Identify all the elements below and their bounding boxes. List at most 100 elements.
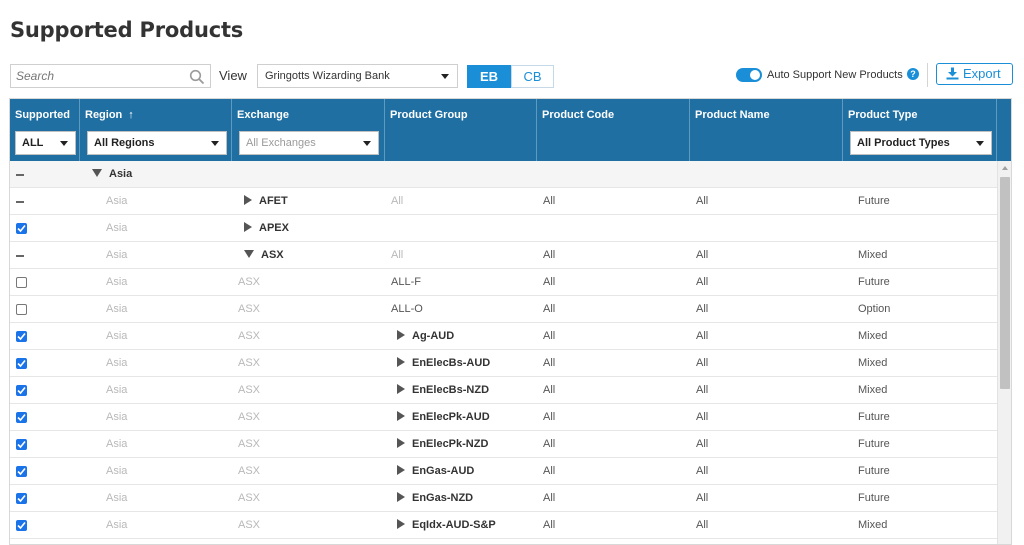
supported-checkbox[interactable] — [16, 358, 27, 369]
search-input[interactable] — [11, 65, 181, 87]
expand-arrow-icon[interactable] — [397, 357, 405, 367]
supported-checkbox[interactable] — [16, 493, 27, 504]
partial-select-icon[interactable] — [16, 174, 24, 176]
supported-checkbox[interactable] — [16, 439, 27, 450]
product-code-text: All — [543, 303, 556, 315]
column-supported-title: Supported — [15, 109, 70, 121]
column-exchange[interactable]: Exchange All Exchanges — [232, 99, 385, 161]
table-row[interactable]: Asia AFET All All All Future — [10, 188, 997, 215]
table-row[interactable]: Asia ASX ALL-O All All Option — [10, 296, 997, 323]
table-row[interactable]: Asia ASX EnElecBs-AUD All All Mixed — [10, 350, 997, 377]
auto-support-toggle[interactable] — [736, 68, 762, 82]
exchange-text: ASX — [238, 384, 261, 396]
expand-arrow-icon[interactable] — [397, 330, 405, 340]
scroll-thumb[interactable] — [1000, 177, 1010, 389]
product-group-text: EqIdx-AUD-S&P — [412, 519, 496, 531]
region-text: Asia — [106, 330, 128, 342]
view-select[interactable]: Gringotts Wizarding Bank — [257, 64, 458, 88]
product-code-text: All — [543, 384, 556, 396]
product-name-cell: All — [696, 188, 708, 215]
region-text: Asia — [106, 465, 128, 477]
table-row[interactable]: Asia ASX EqIdx-AUD-S&P All All Mixed — [10, 512, 997, 539]
supported-checkbox[interactable] — [16, 412, 27, 423]
column-region-label: Region — [85, 109, 123, 121]
table-row[interactable]: Asia ASX Ag-AUD All All Mixed — [10, 323, 997, 350]
partial-select-icon[interactable] — [16, 255, 24, 257]
search-box[interactable] — [10, 64, 211, 88]
product-group-cell: All — [391, 188, 403, 215]
product-name-text: All — [696, 384, 709, 396]
exchange-cell: ASX — [238, 323, 260, 350]
collapse-arrow-icon[interactable] — [244, 250, 254, 258]
expand-arrow-icon[interactable] — [244, 195, 252, 205]
scroll-up-icon[interactable] — [1002, 166, 1008, 170]
table-row[interactable]: Asia ASX EnElecBs-NZD All All Mixed — [10, 377, 997, 404]
chevron-down-icon — [60, 141, 68, 146]
product-type-cell: Mixed — [858, 242, 887, 269]
supported-checkbox[interactable] — [16, 304, 27, 315]
exchange-filter[interactable]: All Exchanges — [239, 131, 379, 155]
expand-arrow-icon[interactable] — [397, 384, 405, 394]
column-region-title: Region ↑ — [85, 109, 134, 121]
grid-body: Asia Asia AFET All All All Future Asia APEX Asia A… — [10, 161, 997, 544]
exchange-text: APEX — [259, 222, 289, 234]
region-filter[interactable]: All Regions — [87, 131, 227, 155]
table-row[interactable]: Asia ASX EnElecPk-AUD All All Future — [10, 404, 997, 431]
exchange-text: ASX — [238, 519, 261, 531]
supported-checkbox[interactable] — [16, 223, 27, 234]
supported-filter[interactable]: ALL — [15, 131, 76, 155]
table-row[interactable]: Asia ASX EnGas-AUD All All Future — [10, 458, 997, 485]
supported-checkbox[interactable] — [16, 466, 27, 477]
exchange-text: ASX — [238, 492, 261, 504]
table-row[interactable]: Asia ASX EnElecPk-NZD All All Future — [10, 431, 997, 458]
product-group-text: EnGas-NZD — [412, 492, 474, 504]
group-row[interactable]: Asia — [10, 161, 997, 188]
table-row[interactable]: Asia ASX EnGas-NZD All All Future — [10, 485, 997, 512]
column-supported[interactable]: Supported ALL — [10, 99, 80, 161]
product-type-text: Mixed — [858, 249, 888, 261]
search-icon[interactable] — [189, 69, 205, 85]
expand-arrow-icon[interactable] — [397, 492, 405, 502]
product-code-cell: All — [543, 485, 555, 512]
product-type-filter[interactable]: All Product Types — [850, 131, 992, 155]
product-type-text: Future — [858, 195, 890, 207]
region-cell: Asia — [106, 458, 127, 485]
vertical-scrollbar[interactable] — [997, 161, 1011, 544]
column-product-type[interactable]: Product Type All Product Types — [843, 99, 997, 161]
table-row[interactable]: Asia APEX — [10, 215, 997, 242]
expand-arrow-icon[interactable] — [397, 438, 405, 448]
help-icon[interactable]: ? — [907, 68, 919, 80]
segment-cb[interactable]: CB — [511, 65, 554, 88]
column-product-group[interactable]: Product Group — [385, 99, 537, 161]
exchange-text: ASX — [238, 276, 261, 288]
column-product-code[interactable]: Product Code — [537, 99, 690, 161]
collapse-arrow-icon[interactable] — [92, 169, 102, 177]
supported-checkbox[interactable] — [16, 331, 27, 342]
supported-checkbox[interactable] — [16, 385, 27, 396]
column-product-name[interactable]: Product Name — [690, 99, 843, 161]
exchange-text: AFET — [259, 195, 288, 207]
table-row[interactable]: Asia ASX ALL-F All All Future — [10, 269, 997, 296]
chevron-down-icon — [441, 74, 449, 79]
supported-checkbox[interactable] — [16, 520, 27, 531]
product-group-cell: EnElecBs-NZD — [397, 377, 489, 404]
table-row[interactable]: Asia ASX All All All Mixed — [10, 242, 997, 269]
segment-eb[interactable]: EB — [467, 65, 511, 88]
product-type-cell: Mixed — [858, 323, 887, 350]
view-select-value: Gringotts Wizarding Bank — [265, 70, 390, 82]
product-code-text: All — [543, 492, 556, 504]
partial-select-icon[interactable] — [16, 201, 24, 203]
product-type-text: Future — [858, 411, 890, 423]
expand-arrow-icon[interactable] — [397, 519, 405, 529]
supported-checkbox[interactable] — [16, 277, 27, 288]
region-cell: Asia — [106, 242, 127, 269]
export-button[interactable]: Export — [936, 63, 1013, 85]
product-name-cell: All — [696, 485, 708, 512]
product-group-text: All — [391, 249, 404, 261]
expand-arrow-icon[interactable] — [397, 465, 405, 475]
exchange-text: ASX — [238, 357, 261, 369]
sort-ascending-icon[interactable]: ↑ — [128, 109, 134, 121]
expand-arrow-icon[interactable] — [244, 222, 252, 232]
column-region[interactable]: Region ↑ All Regions — [80, 99, 232, 161]
expand-arrow-icon[interactable] — [397, 411, 405, 421]
